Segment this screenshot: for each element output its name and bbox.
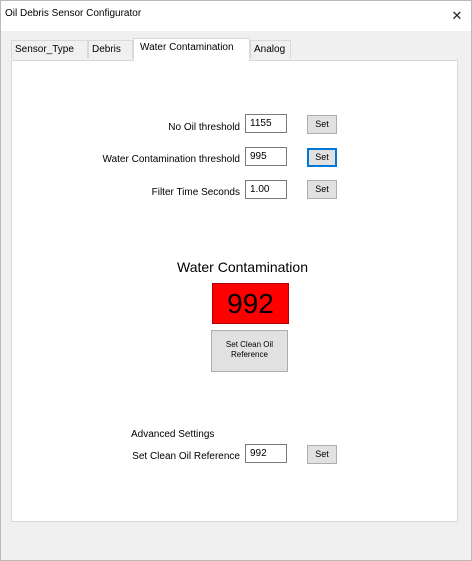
close-icon[interactable]: ✕ bbox=[443, 1, 471, 31]
water-contamination-panel: No Oil threshold Set Water Contamination… bbox=[11, 60, 458, 522]
clean-oil-reference-set-button[interactable]: Set bbox=[307, 445, 337, 464]
filter-time-label: Filter Time Seconds bbox=[151, 187, 240, 198]
ref-button-line1: Set Clean Oil bbox=[225, 340, 274, 349]
window-title: Oil Debris Sensor Configurator bbox=[5, 8, 142, 19]
clean-oil-reference-label: Set Clean Oil Reference bbox=[132, 451, 240, 462]
title-bar: Oil Debris Sensor Configurator ✕ bbox=[1, 1, 471, 31]
set-clean-oil-reference-button[interactable]: Set Clean Oil Reference bbox=[211, 330, 288, 372]
tab-sensor-type[interactable]: Sensor_Type bbox=[11, 40, 88, 58]
ref-button-line2: Reference bbox=[231, 350, 268, 359]
water-threshold-set-button[interactable]: Set bbox=[307, 148, 337, 167]
clean-oil-reference-input[interactable] bbox=[245, 444, 287, 463]
tab-debris[interactable]: Debris bbox=[88, 40, 133, 58]
filter-time-set-button[interactable]: Set bbox=[307, 180, 337, 199]
water-contamination-value-display: 992 bbox=[212, 283, 289, 324]
filter-time-input[interactable] bbox=[245, 180, 287, 199]
no-oil-set-button[interactable]: Set bbox=[307, 115, 337, 134]
tab-water-contamination[interactable]: Water Contamination bbox=[133, 38, 250, 61]
water-contamination-title: Water Contamination bbox=[177, 259, 308, 275]
no-oil-threshold-input[interactable] bbox=[245, 114, 287, 133]
configurator-window: Oil Debris Sensor Configurator ✕ Sensor_… bbox=[0, 0, 472, 561]
advanced-settings-title: Advanced Settings bbox=[131, 429, 215, 440]
no-oil-threshold-label: No Oil threshold bbox=[168, 122, 240, 133]
water-threshold-input[interactable] bbox=[245, 147, 287, 166]
tab-analog[interactable]: Analog bbox=[250, 40, 291, 58]
water-threshold-label: Water Contamination threshold bbox=[102, 154, 240, 165]
